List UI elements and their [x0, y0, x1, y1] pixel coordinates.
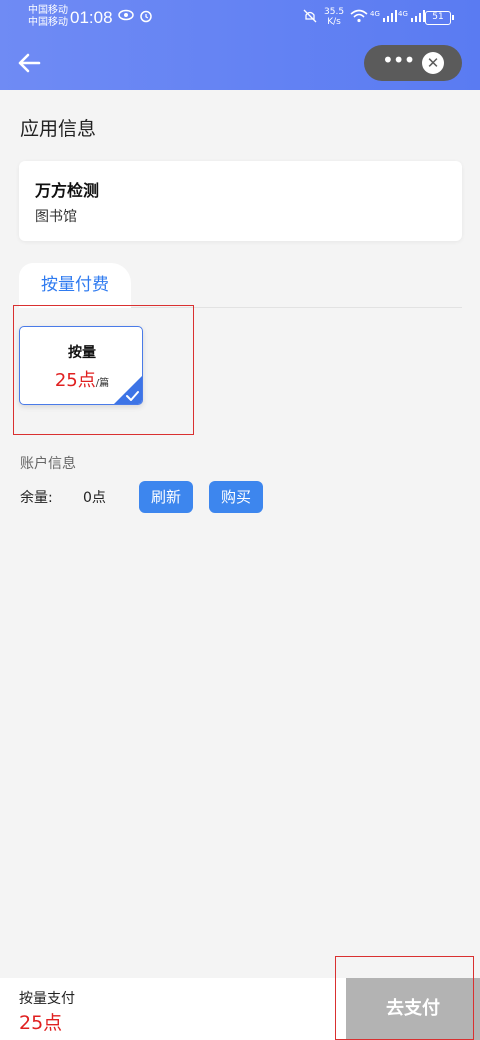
battery-indicator: 51 [425, 11, 454, 25]
buy-button[interactable]: 购买 [209, 481, 263, 513]
mini-program-capsule: ••• ✕ [364, 45, 462, 81]
back-button[interactable] [14, 48, 44, 78]
signal-icon-2: 4G [398, 10, 425, 25]
highlight-box-plan [13, 305, 194, 435]
balance-value: 0点 [83, 490, 106, 506]
section-title-app-info: 应用信息 [20, 118, 97, 140]
app-subtitle: 图书馆 [35, 209, 77, 225]
speed-value: 35.5 [324, 7, 345, 17]
mute-icon [303, 9, 317, 27]
close-circle-icon[interactable]: ✕ [422, 52, 444, 74]
more-dots-icon[interactable]: ••• [382, 45, 415, 81]
header: 中国移动 中国移动 01:08 35.5 K/s 4G 4G 51 ••• ✕ [0, 0, 480, 90]
alarm-icon [139, 9, 153, 27]
speed-unit: K/s [327, 17, 341, 27]
network-type-1: 4G [370, 10, 380, 18]
status-bar: 中国移动 中国移动 01:08 35.5 K/s 4G 4G 51 [0, 0, 480, 36]
network-speed: 35.5 K/s [324, 7, 344, 27]
highlight-box-pay [335, 956, 474, 1040]
app-info-card: 万方检测 图书馆 [19, 161, 462, 241]
carrier-info: 中国移动 中国移动 [28, 5, 68, 29]
app-name: 万方检测 [35, 181, 100, 200]
account-info-title: 账户信息 [20, 456, 76, 472]
wifi-icon [350, 9, 368, 27]
eye-icon [118, 9, 134, 25]
refresh-button[interactable]: 刷新 [139, 481, 193, 513]
balance-label: 余量: [20, 490, 53, 506]
carrier-2: 中国移动 [28, 17, 68, 28]
clock: 01:08 [70, 8, 113, 27]
footer-price: 25点 [19, 1012, 63, 1034]
signal-icon-1: 4G [370, 10, 397, 25]
tab-pay-per-use[interactable]: 按量付费 [19, 263, 131, 308]
footer-label: 按量支付 [19, 991, 75, 1007]
carrier-1: 中国移动 [28, 5, 68, 16]
arrow-left-icon [18, 53, 41, 73]
network-type-2: 4G [398, 10, 408, 18]
